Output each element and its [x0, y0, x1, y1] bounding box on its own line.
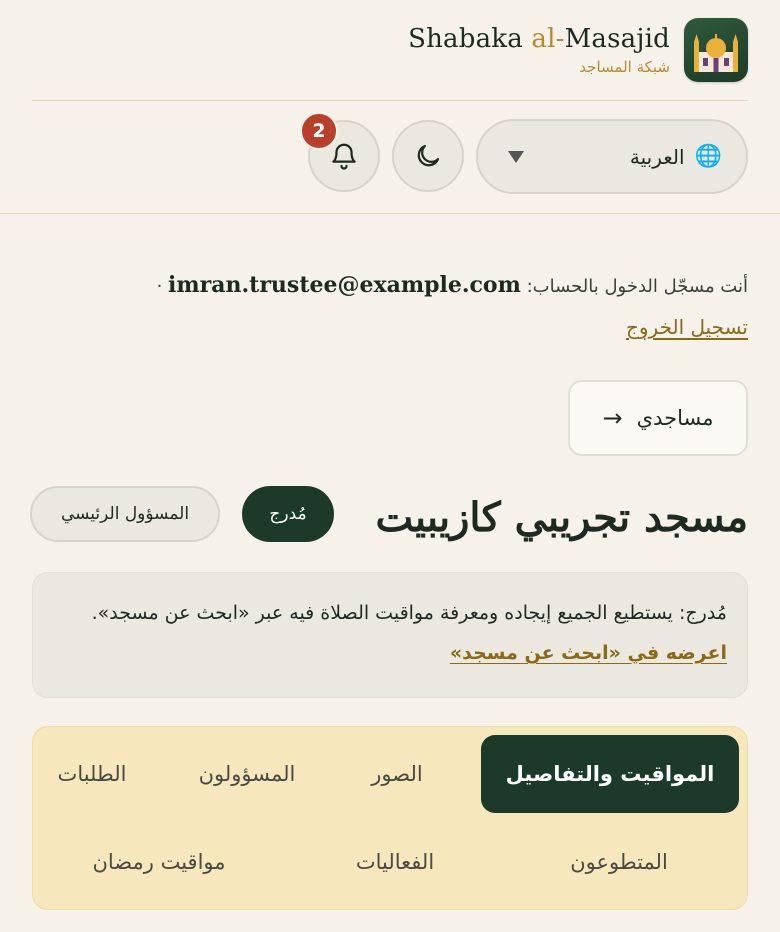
- brand-text: Shabaka al-Masajid شبكة المساجد: [408, 24, 670, 75]
- status-badge: مُدرج: [242, 486, 334, 542]
- listing-notice: مُدرج: يستطيع الجميع إيجاده ومعرفة مواقي…: [32, 572, 748, 698]
- view-in-finder-link[interactable]: اعرضه في «ابحث عن مسجد»: [450, 642, 727, 664]
- notice-text: مُدرج: يستطيع الجميع إيجاده ومعرفة مواقي…: [91, 602, 727, 624]
- my-mosques-button[interactable]: مساجدي →: [568, 380, 748, 456]
- tab-events[interactable]: الفعاليات: [305, 823, 485, 901]
- session-separator: ·: [156, 276, 163, 297]
- tab-requests[interactable]: الطلبات: [17, 735, 167, 813]
- my-mosques-label: مساجدي: [636, 406, 714, 430]
- arrow-left-icon: →: [602, 404, 623, 432]
- notification-count-badge: 2: [300, 112, 338, 150]
- tab-ramadan-times[interactable]: مواقيت رمضان: [33, 823, 285, 901]
- session-info: أنت مسجّل الدخول بالحساب: imran.trustee@…: [32, 265, 748, 349]
- chevron-down-icon: [508, 150, 524, 163]
- language-label: العربية: [629, 144, 685, 169]
- mosque-icon: [684, 18, 748, 82]
- brand-name-arabic: شبكة المساجد: [579, 57, 670, 76]
- page: Shabaka al-Masajid شبكة المساجد 🌐 العربي…: [0, 0, 780, 932]
- moon-icon: [417, 144, 440, 167]
- tab-volunteers[interactable]: المتطوعون: [499, 823, 739, 901]
- logout-link[interactable]: تسجيل الخروج: [626, 307, 748, 347]
- language-select[interactable]: 🌐 العربية: [476, 119, 748, 194]
- bell-icon: [332, 143, 356, 170]
- brand-name: Shabaka al-Masajid: [408, 24, 670, 55]
- role-badge: المسؤول الرئيسي: [30, 486, 220, 542]
- notifications-button[interactable]: 2: [300, 112, 380, 192]
- session-prefix: أنت مسجّل الدخول بالحساب:: [526, 276, 748, 297]
- brand[interactable]: Shabaka al-Masajid شبكة المساجد: [408, 18, 748, 82]
- tab-admins[interactable]: المسؤولون: [157, 735, 337, 813]
- toolbar-divider: [0, 213, 780, 214]
- account-email: imran.trustee@example.com: [168, 272, 521, 298]
- theme-toggle-button[interactable]: [392, 120, 464, 192]
- tab-times-details[interactable]: المواقيت والتفاصيل: [481, 735, 739, 813]
- tab-photos[interactable]: الصور: [327, 735, 467, 813]
- page-title: مسجد تجريبي كازيبيت: [375, 494, 748, 541]
- tab-bar: المواقيت والتفاصيل الصور المسؤولون الطلب…: [32, 726, 748, 910]
- globe-icon: 🌐: [694, 143, 722, 169]
- header-divider: [32, 100, 748, 101]
